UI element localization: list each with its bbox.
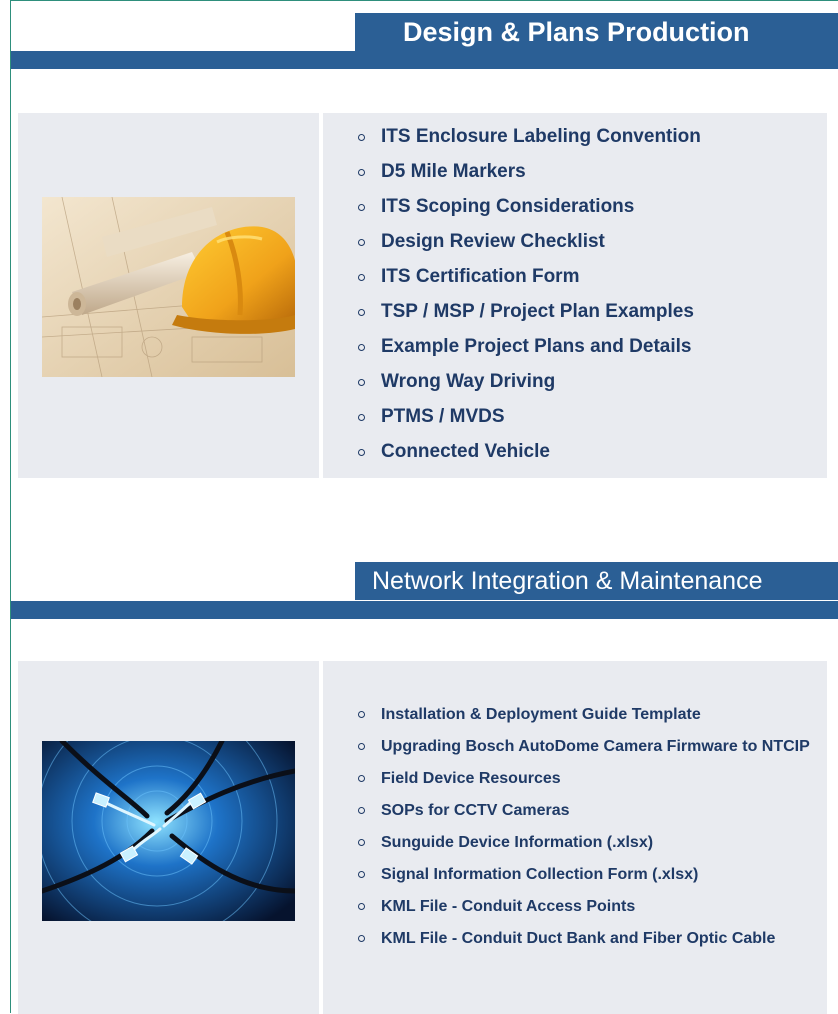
link-bosch-firmware[interactable]: Upgrading Bosch AutoDome Camera Firmware… [356,738,826,756]
link-signal-info-form[interactable]: Signal Information Collection Form (.xls… [356,866,826,884]
design-links-list: ITS Enclosure Labeling Convention D5 Mil… [356,125,701,475]
hard-hat-blueprints-image [42,197,295,377]
link-connected-vehicle[interactable]: Connected Vehicle [356,440,701,475]
section-title-text: Design & Plans Production [403,16,750,47]
link-wrong-way-driving[interactable]: Wrong Way Driving [356,370,701,405]
section-title-design: Design & Plans Production [355,13,838,51]
link-design-review-checklist[interactable]: Design Review Checklist [356,230,701,265]
link-its-enclosure-labeling[interactable]: ITS Enclosure Labeling Convention [356,125,701,160]
link-d5-mile-markers[interactable]: D5 Mile Markers [356,160,701,195]
link-its-scoping[interactable]: ITS Scoping Considerations [356,195,701,230]
link-tsp-msp-examples[interactable]: TSP / MSP / Project Plan Examples [356,300,701,335]
link-sunguide-device-info[interactable]: Sunguide Device Information (.xlsx) [356,834,826,852]
network-links-list: Installation & Deployment Guide Template… [356,706,826,962]
link-its-certification-form[interactable]: ITS Certification Form [356,265,701,300]
section-header-bar [11,51,838,69]
link-sops-cctv[interactable]: SOPs for CCTV Cameras [356,802,826,820]
network-cables-image [42,741,295,921]
section-title-text: Network Integration & Maintenance [372,566,763,595]
link-kml-duct-bank[interactable]: KML File - Conduit Duct Bank and Fiber O… [356,930,826,948]
section-title-network: Network Integration & Maintenance [355,562,838,600]
link-field-device-resources[interactable]: Field Device Resources [356,770,826,788]
section-header-bar [11,601,838,619]
link-example-project-plans[interactable]: Example Project Plans and Details [356,335,701,370]
page-frame: Design & Plans Production ITS Enclosure … [10,0,838,1014]
link-ptms-mvds[interactable]: PTMS / MVDS [356,405,701,440]
link-installation-guide[interactable]: Installation & Deployment Guide Template [356,706,826,724]
link-kml-access-points[interactable]: KML File - Conduit Access Points [356,898,826,916]
